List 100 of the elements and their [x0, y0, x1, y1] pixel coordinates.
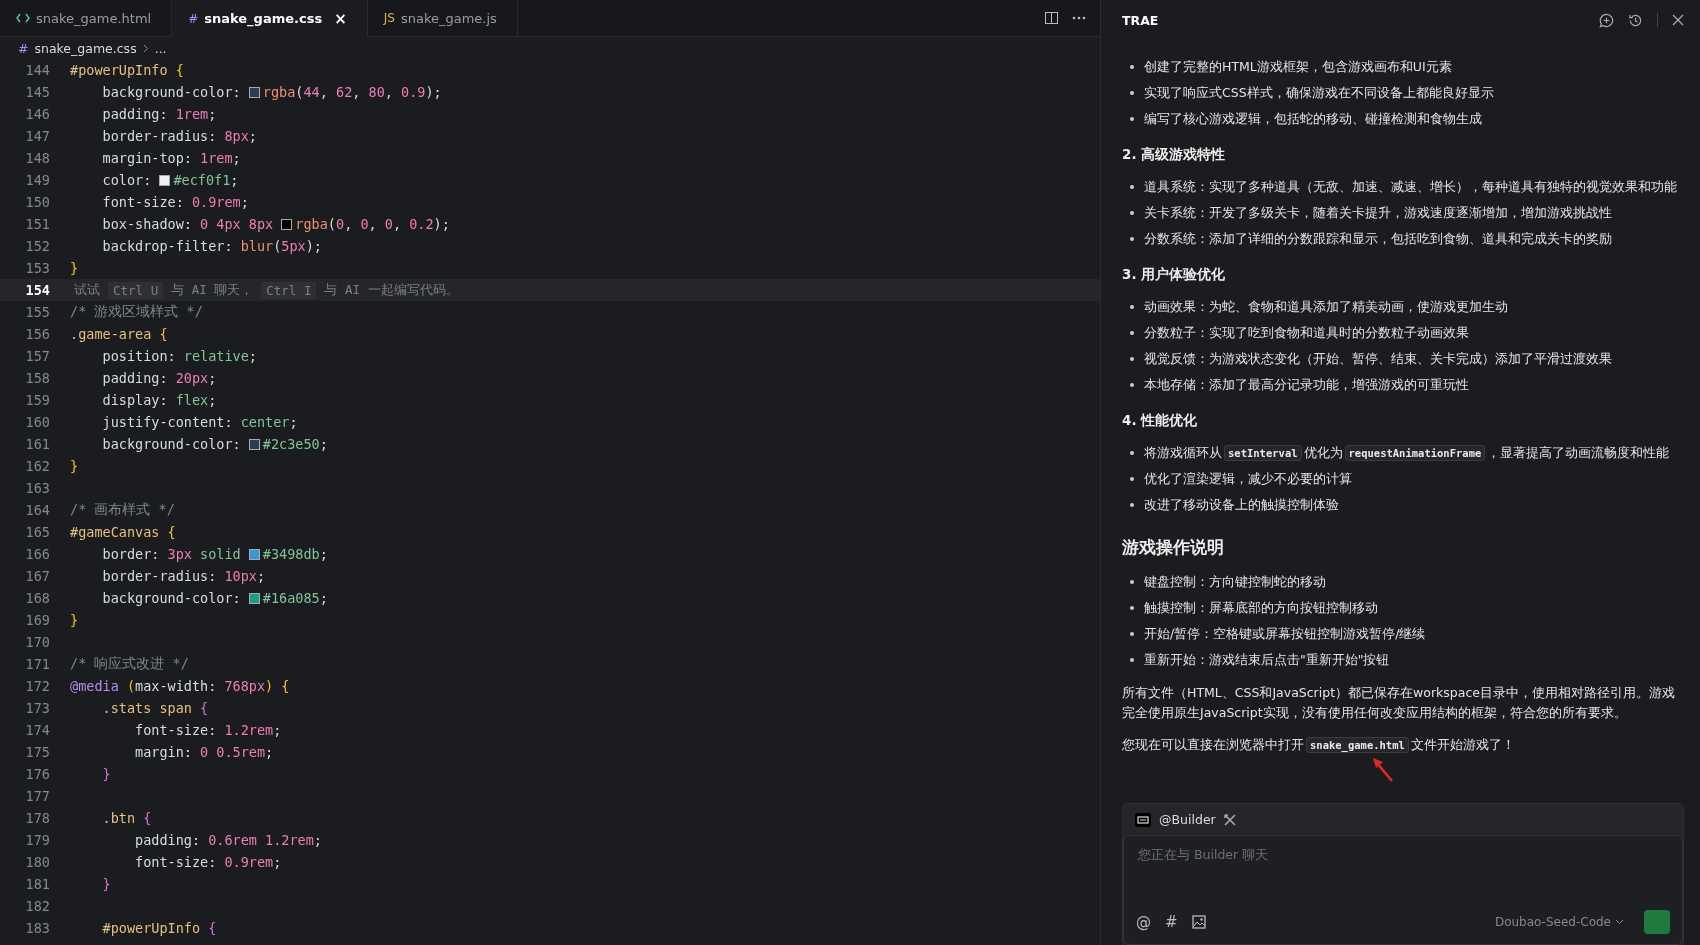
list-item-text: 开始/暂停：空格键或屏幕按钮控制游戏暂停/继续 — [1144, 625, 1426, 643]
code-token: relative — [183, 348, 249, 364]
tools-icon — [1223, 813, 1236, 826]
bullet-icon — [1130, 331, 1134, 335]
code-token: } — [70, 458, 79, 474]
bullet-icon — [1130, 65, 1134, 69]
line-number: 167 — [24, 568, 51, 584]
hint-text: 与 AI 聊天， — [170, 281, 255, 299]
code-token: , — [384, 84, 394, 100]
line-number: 146 — [24, 106, 51, 122]
code-token: ; — [289, 414, 298, 430]
list-item-text: 优化了渲染逻辑，减少不必要的计算 — [1144, 470, 1352, 488]
close-icon[interactable] — [1672, 14, 1684, 26]
model-dropdown[interactable]: Doubao-Seed-Code — [1488, 914, 1630, 930]
code-token: padding: — [101, 370, 169, 386]
line-number: 147 — [24, 128, 51, 144]
line-number: 183 — [24, 920, 51, 936]
insert-button[interactable]: # — [1165, 913, 1178, 931]
code-token: { — [143, 810, 152, 826]
code-token: #powerUpInfo — [70, 62, 169, 78]
line-number: 181 — [24, 876, 51, 892]
code-token: ( — [327, 216, 336, 232]
line-number: 166 — [24, 546, 51, 562]
split-editor-icon[interactable] — [1045, 12, 1058, 24]
bullet-icon — [1130, 211, 1134, 215]
code-token: background-color: — [101, 590, 242, 606]
agent-name[interactable]: @Builder — [1159, 812, 1216, 827]
code-token: flex — [175, 392, 209, 408]
code-token: 44 — [303, 84, 320, 100]
code-token: rgba — [295, 216, 328, 232]
code-token: ( — [295, 84, 304, 100]
code-token: 0.2 — [409, 216, 434, 232]
more-icon[interactable] — [1072, 16, 1086, 20]
code-token: { — [159, 326, 168, 342]
breadcrumb-item[interactable]: snake_game.css — [34, 40, 137, 56]
bullet-icon — [1130, 451, 1134, 455]
code-token: ); — [305, 238, 322, 254]
code-token: 0.9rem — [191, 194, 241, 210]
insert-button[interactable]: @ — [1136, 913, 1151, 931]
arrow-annotation — [1372, 757, 1394, 783]
code-token: .stats span — [101, 700, 193, 716]
code-token: 0.9rem — [224, 854, 274, 870]
line-number: 176 — [24, 766, 51, 782]
code-token: background-color: — [101, 436, 242, 452]
line-number: 154 — [24, 282, 51, 298]
code-token: 62 — [336, 84, 353, 100]
list-item-text: 重新开始：游戏结束后点击"重新开始"按钮 — [1144, 651, 1390, 669]
code-token: 0 0.5rem — [200, 744, 266, 760]
code-token: border: — [101, 546, 161, 562]
new-chat-icon[interactable] — [1599, 12, 1614, 28]
bullet-icon — [1130, 237, 1134, 241]
code-token: box-shadow: — [101, 216, 193, 232]
line-number: 163 — [24, 480, 51, 496]
line-number: 144 — [24, 62, 51, 78]
panel-title: TRAE — [1122, 12, 1159, 28]
line-number: 150 — [24, 194, 51, 210]
history-icon[interactable] — [1628, 12, 1643, 28]
code-token: ( — [273, 238, 282, 254]
hint-text: 试试 — [73, 281, 101, 299]
line-number: 165 — [24, 524, 51, 540]
list-item-text: 视觉反馈：为游戏状态变化（开始、暂停、结束、关卡完成）添加了平滑过渡效果 — [1144, 350, 1612, 368]
code-token: #2c3e50 — [262, 436, 320, 452]
section-heading: 3. 用户体验优化 — [1122, 266, 1227, 284]
line-number: 149 — [24, 172, 51, 188]
line-number: 157 — [24, 348, 51, 364]
code-token: ; — [240, 194, 249, 210]
code-token: { — [200, 700, 209, 716]
line-number: 159 — [24, 392, 51, 408]
code-token: 0.9 — [401, 84, 426, 100]
list-item-text: 动画效果：为蛇、食物和道具添加了精美动画，使游戏更加生动 — [1144, 298, 1508, 316]
code-token: , — [352, 84, 362, 100]
bullet-icon — [1130, 503, 1134, 507]
file-tab[interactable]: JS snake_game.js — [367, 0, 518, 36]
code-token: ; — [230, 172, 239, 188]
bullet-icon — [1130, 383, 1134, 387]
image-icon[interactable] — [1191, 915, 1206, 929]
code-token: center — [240, 414, 290, 430]
code-token: 1.2rem — [224, 722, 274, 738]
breadcrumb-item[interactable]: ... — [154, 40, 167, 56]
code-token: #gameCanvas — [70, 524, 161, 540]
code-token: 0.6rem 1.2rem — [208, 832, 314, 848]
line-number: 148 — [24, 150, 51, 166]
code-token: ; — [248, 128, 257, 144]
code-token: { — [167, 524, 176, 540]
code-icon — [16, 13, 30, 23]
code-token: ); — [425, 84, 442, 100]
list-item-text: 改进了移动设备上的触摸控制体验 — [1144, 496, 1339, 514]
list-item-text: 编写了核心游戏逻辑，包括蛇的移动、碰撞检测和食物生成 — [1144, 110, 1482, 128]
code-token: display: — [101, 392, 169, 408]
section-heading: 2. 高级游戏特性 — [1122, 146, 1227, 164]
paragraph: 您现在可以直接在浏览器中打开 snake_game.html 文件开始游戏了！ — [1122, 736, 1516, 755]
code-token: /* 响应式改进 */ — [70, 655, 189, 673]
list-item-text: 创建了完整的HTML游戏框架，包含游戏画布和UI元素 — [1144, 58, 1452, 76]
code-token: } — [70, 612, 79, 628]
code-token: 0 — [360, 216, 369, 232]
chat-input[interactable]: 您正在与 Builder 聊天 @ # Doubao-Seed-Code — [1123, 835, 1683, 945]
file-tab[interactable]: # snake_game.css × — [172, 0, 368, 37]
code-token: margin-top: — [101, 150, 193, 166]
caret-icon — [1615, 919, 1624, 925]
code-token: padding: — [101, 106, 169, 122]
